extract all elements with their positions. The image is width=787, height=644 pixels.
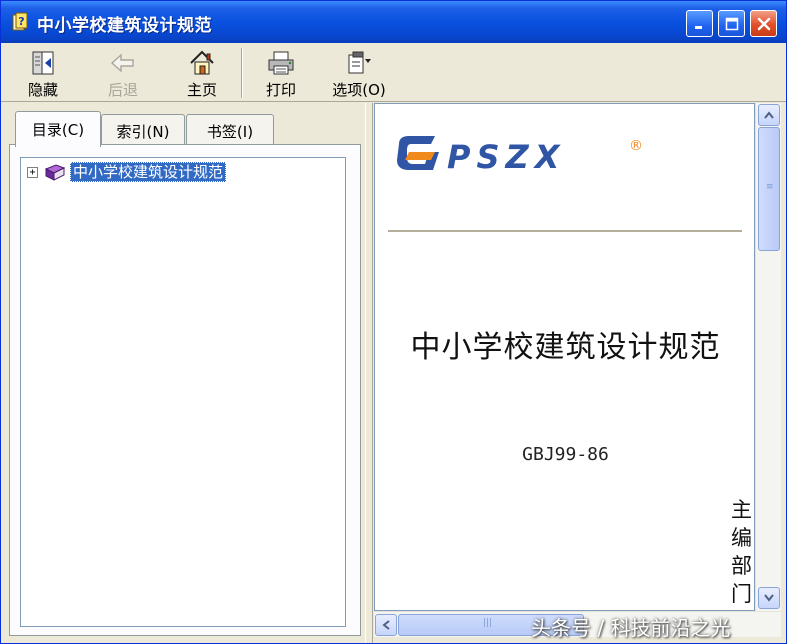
chevron-down-icon	[764, 594, 774, 602]
content-divider	[388, 230, 742, 232]
vertical-char: 部	[731, 554, 752, 578]
chevron-left-icon	[382, 620, 390, 630]
window-title: 中小学校建筑设计规范	[37, 16, 212, 36]
tab-index[interactable]: 索引(N)	[101, 114, 185, 147]
tab-bookmarks[interactable]: 书签(I)	[186, 114, 274, 147]
topic-content: PSZX ® 中小学校建筑设计规范 GBJ99-86 主 编 部 门 王	[374, 103, 755, 611]
tree-item-label[interactable]: 中小学校建筑设计规范	[70, 162, 227, 182]
svg-text:?: ?	[18, 15, 24, 28]
editor-dept-vertical-text: 主 编 部 门 王	[731, 496, 754, 610]
minimize-button[interactable]	[686, 10, 713, 37]
watermark: 头条号 / 科技前沿之光	[531, 616, 731, 640]
hide-button[interactable]: 隐藏	[15, 46, 71, 100]
tab-bookmarks-label: 书签(I)	[206, 122, 254, 141]
app-window: ? 中小学校建筑设计规范 隐藏 后退 主页 打印 选项(O) 目录(C) 索引(…	[0, 0, 787, 644]
back-label: 后退	[107, 81, 138, 99]
vertical-char: 门	[731, 582, 752, 606]
home-label: 主页	[186, 81, 217, 99]
grip-icon: ≡	[766, 182, 774, 192]
svg-text:®: ®	[629, 138, 643, 154]
help-file-icon: ?	[12, 12, 28, 31]
svg-text:PSZX: PSZX	[447, 138, 565, 176]
scroll-up-button[interactable]	[758, 104, 780, 126]
tree-item-root[interactable]: + 中小学校建筑设计规范	[27, 162, 227, 182]
options-button[interactable]: 选项(O)	[327, 46, 391, 100]
toolbar: 隐藏 后退 主页 打印 选项(O)	[1, 44, 786, 102]
back-arrow-icon	[110, 53, 134, 73]
title-bar[interactable]: ? 中小学校建筑设计规范	[1, 1, 786, 43]
minimize-icon	[694, 25, 702, 29]
vertical-scrollbar[interactable]: ≡	[755, 103, 781, 611]
home-icon	[190, 50, 214, 75]
vertical-char: 编	[731, 526, 752, 550]
document-code: GBJ99-86	[522, 444, 609, 465]
contents-tree[interactable]: + 中小学校建筑设计规范	[20, 157, 346, 627]
vertical-scroll-thumb[interactable]: ≡	[758, 127, 780, 251]
tab-contents-label: 目录(C)	[31, 121, 85, 139]
maximize-button[interactable]	[718, 10, 745, 37]
tab-index-label: 索引(N)	[116, 122, 170, 141]
vertical-char: 主	[731, 498, 752, 522]
print-label: 打印	[265, 81, 296, 99]
document-title: 中小学校建筑设计规范	[410, 330, 721, 365]
expand-toggle[interactable]: +	[27, 166, 38, 178]
scroll-down-button[interactable]	[758, 587, 780, 609]
close-icon	[757, 17, 770, 30]
chevron-up-icon	[764, 111, 774, 119]
print-button[interactable]: 打印	[253, 46, 309, 100]
book-icon	[44, 164, 66, 181]
options-icon	[348, 51, 371, 74]
maximize-icon	[725, 17, 738, 30]
back-button[interactable]: 后退	[95, 46, 151, 100]
gpszx-logo: PSZX ®	[397, 136, 643, 176]
printer-icon	[268, 51, 294, 75]
hide-label: 隐藏	[27, 81, 58, 99]
toolbar-separator	[241, 48, 243, 98]
home-button[interactable]: 主页	[173, 46, 231, 100]
hide-pane-icon	[32, 51, 54, 75]
pane-splitter[interactable]	[365, 103, 373, 643]
tab-contents[interactable]: 目录(C)	[15, 111, 101, 147]
options-label: 选项(O)	[332, 81, 386, 99]
grip-icon: |||	[483, 618, 493, 628]
close-button[interactable]	[750, 10, 777, 37]
scroll-left-button[interactable]	[375, 614, 397, 636]
